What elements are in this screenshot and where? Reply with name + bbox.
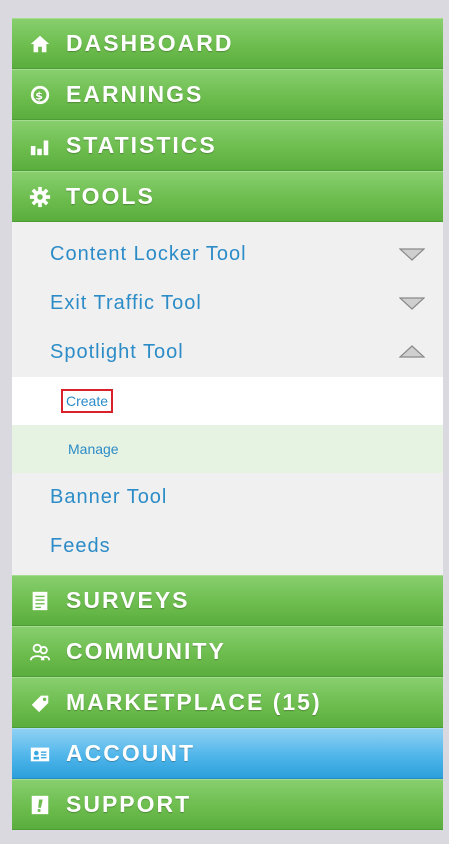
submenu-label: Content Locker Tool <box>50 243 247 265</box>
menu-item-label: COMMUNITY <box>66 638 226 664</box>
submenu-spotlight-tool[interactable]: Spotlight Tool <box>12 328 443 377</box>
menu-item-label: STATISTICS <box>66 132 217 158</box>
tag-icon <box>28 691 52 715</box>
gear-icon <box>28 185 52 209</box>
document-icon <box>28 589 52 613</box>
menu-item-dashboard[interactable]: DASHBOARD <box>12 18 443 69</box>
menu-item-earnings[interactable]: $ EARNINGS <box>12 69 443 120</box>
menu-item-label: SURVEYS <box>66 587 190 613</box>
submenu-banner-tool[interactable]: Banner Tool <box>12 473 443 522</box>
menu-item-surveys[interactable]: SURVEYS <box>12 575 443 626</box>
menu-item-label: MARKETPLACE (15) <box>66 689 322 715</box>
submenu-feeds[interactable]: Feeds <box>12 522 443 571</box>
submenu-label: Banner Tool <box>50 486 168 508</box>
create-link[interactable]: Create <box>61 389 114 413</box>
tools-submenu: Content Locker Tool Exit Traffic Tool Sp… <box>12 222 443 575</box>
menu-item-community[interactable]: COMMUNITY <box>12 626 443 677</box>
menu-item-support[interactable]: SUPPORT <box>12 779 443 830</box>
menu-item-label: ACCOUNT <box>66 740 195 766</box>
menu-item-marketplace[interactable]: MARKETPLACE (15) <box>12 677 443 728</box>
submenu-exit-traffic-tool[interactable]: Exit Traffic Tool <box>12 279 443 328</box>
money-icon: $ <box>28 83 52 107</box>
menu-item-label: SUPPORT <box>66 791 192 817</box>
menu-item-label: EARNINGS <box>66 81 204 107</box>
id-card-icon <box>28 742 52 766</box>
submenu-label: Feeds <box>50 535 111 557</box>
menu-item-account[interactable]: ACCOUNT <box>12 728 443 779</box>
submenu-label: Spotlight Tool <box>50 341 184 363</box>
home-icon <box>28 32 52 56</box>
submenu-spotlight-create[interactable]: Create <box>12 377 443 425</box>
svg-text:$: $ <box>35 89 45 102</box>
submenu-spotlight-manage[interactable]: Manage <box>12 425 443 473</box>
chevron-down-icon[interactable] <box>399 247 425 261</box>
menu-item-label: TOOLS <box>66 183 155 209</box>
sidebar-menu: DASHBOARD $ EARNINGS STATISTICS TOOLS Co… <box>12 18 443 830</box>
manage-link[interactable]: Manage <box>68 441 119 457</box>
submenu-content-locker-tool[interactable]: Content Locker Tool <box>12 230 443 279</box>
submenu-label: Exit Traffic Tool <box>50 292 202 314</box>
menu-item-statistics[interactable]: STATISTICS <box>12 120 443 171</box>
help-icon <box>28 793 52 817</box>
bar-chart-icon <box>28 134 52 158</box>
people-icon <box>28 640 52 664</box>
menu-item-tools[interactable]: TOOLS <box>12 171 443 222</box>
sidebar-panel: DASHBOARD $ EARNINGS STATISTICS TOOLS Co… <box>0 0 449 844</box>
chevron-down-icon[interactable] <box>399 296 425 310</box>
menu-item-label: DASHBOARD <box>66 30 234 56</box>
chevron-up-icon[interactable] <box>399 345 425 359</box>
